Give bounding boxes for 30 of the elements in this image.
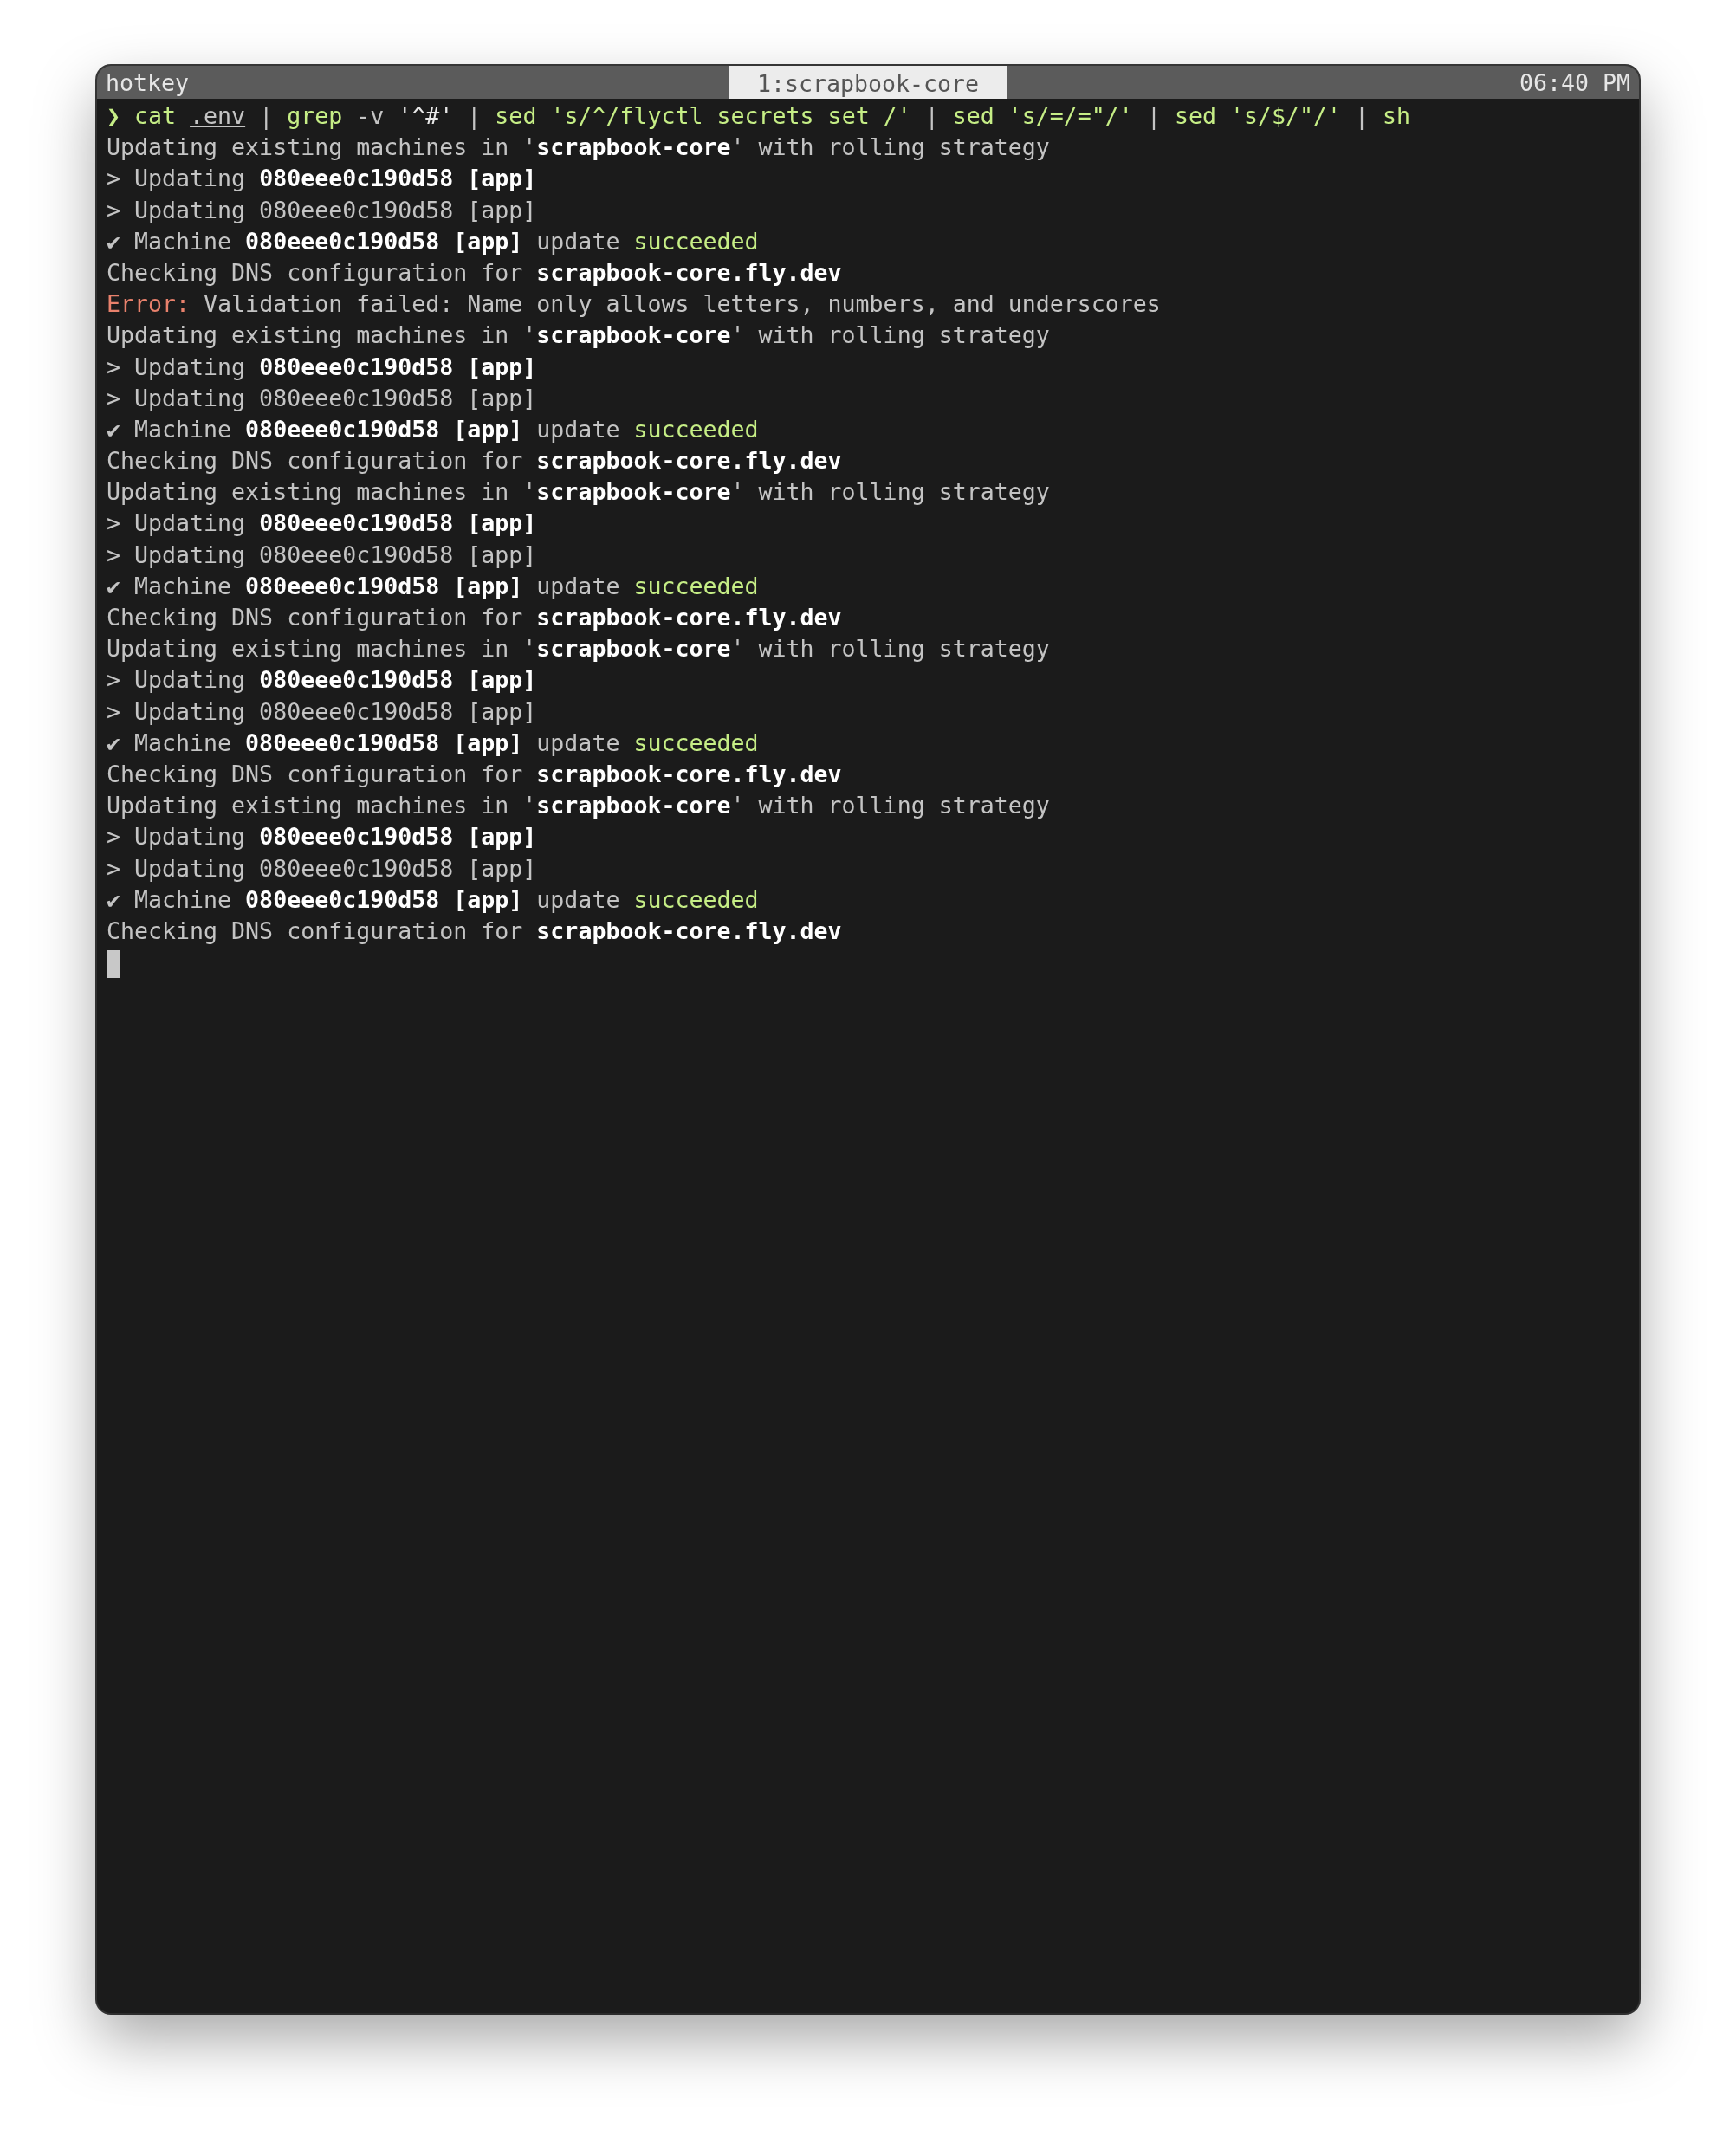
terminal-line: > Updating 080eee0c190d58 [app] xyxy=(107,164,538,194)
terminal-line: ✔ Machine 080eee0c190d58 [app] update succeeded xyxy=(107,226,760,256)
terminal-line: > Updating 080eee0c190d58 [app] xyxy=(107,665,538,696)
terminal-line: Updating existing machines in 'scrapbook-core' with rolling strategy xyxy=(107,320,1051,351)
terminal-line: Updating existing machines in 'scrapbook-core' with rolling strategy xyxy=(107,133,1051,163)
terminal-line: Checking DNS configuration for scrapbook-core.fly.dev xyxy=(107,603,843,632)
terminal-line: > Updating 080eee0c190d58 [app] xyxy=(107,540,538,570)
terminal-line: ✔ Machine 080eee0c190d58 [app] update succeeded xyxy=(107,728,760,758)
terminal-line: ✔ Machine 080eee0c190d58 [app] update succeeded xyxy=(107,414,760,444)
terminal-line: > Updating 080eee0c190d58 [app] xyxy=(107,508,538,539)
terminal-line: ✔ Machine 080eee0c190d58 [app] update succeeded xyxy=(107,571,760,601)
terminal-line: Updating existing machines in 'scrapbook-core' with rolling strategy xyxy=(107,634,1051,664)
terminal-line: ✔ Machine 080eee0c190d58 [app] update succeeded xyxy=(107,884,760,915)
clock: 06:40 PM xyxy=(1519,68,1631,96)
terminal-line: Updating existing machines in 'scrapbook-core' with rolling strategy xyxy=(107,791,1051,821)
terminal-line: > Updating 080eee0c190d58 [app] xyxy=(107,853,538,884)
terminal-line: ❯ cat .env | grep -v '^#' | sed 's/^/flyctl secrets set /' | sed 's/=/="/' | sed 's/$/"/' | sh xyxy=(107,101,1412,132)
terminal-line: Checking DNS configuration for scrapbook-core.fly.dev xyxy=(107,446,843,476)
terminal-line: Updating existing machines in 'scrapbook-core' with rolling strategy xyxy=(107,477,1051,508)
terminal-line: Error: Validation failed: Name only allows letters, numbers, and underscores xyxy=(107,289,1162,320)
terminal-line: Checking DNS configuration for scrapbook-core.fly.dev xyxy=(107,257,843,288)
terminal-line: > Updating 080eee0c190d58 [app] xyxy=(107,195,538,225)
terminal-line: Checking DNS configuration for scrapbook-core.fly.dev xyxy=(107,916,843,946)
terminal-line: > Updating 080eee0c190d58 [app] xyxy=(107,383,538,413)
terminal-line: > Updating 080eee0c190d58 [app] xyxy=(107,696,538,727)
terminal-line: Checking DNS configuration for scrapbook-core.fly.dev xyxy=(107,759,843,789)
terminal-line: > Updating 080eee0c190d58 [app] xyxy=(107,822,538,852)
window-tab[interactable]: 1:scrapbook-core xyxy=(729,66,1007,99)
session-name: hotkey xyxy=(105,68,190,96)
terminal-line: > Updating 080eee0c190d58 [app] xyxy=(107,352,538,382)
